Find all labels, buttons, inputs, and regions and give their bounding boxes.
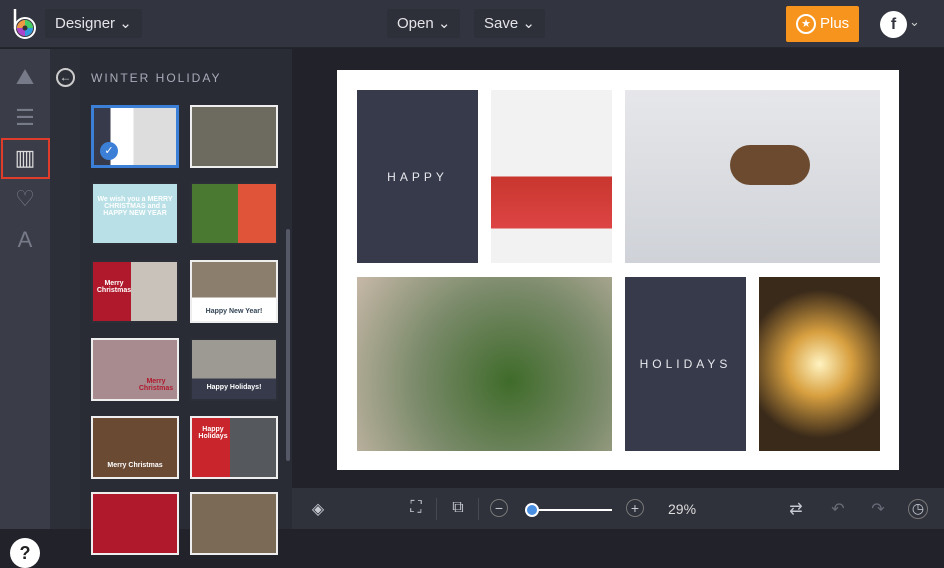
redo-icon[interactable]: ↷ (868, 499, 888, 519)
template-thumbnail[interactable] (91, 492, 179, 555)
tool-rail: ⛰ ☰ ▥ ♡ A ? (0, 49, 50, 568)
check-icon: ✓ (100, 142, 118, 160)
actual-size-icon[interactable]: ⧉ (448, 499, 468, 517)
help-button[interactable]: ? (10, 538, 40, 568)
designer-label: Designer (55, 15, 116, 32)
zoom-slider[interactable] (532, 509, 612, 511)
zoom-in-button[interactable]: + (626, 499, 644, 517)
open-button[interactable]: Open ⌄ (387, 9, 461, 38)
happy-text-tile[interactable]: HAPPY (357, 90, 478, 263)
back-arrow-icon[interactable]: ← (56, 68, 75, 87)
thumbnail-caption: Happy Holidays! (206, 384, 262, 391)
befunky-logo[interactable] (11, 7, 37, 39)
image-icon[interactable]: ⛰ (11, 63, 39, 91)
holly-photo-tile[interactable] (357, 277, 612, 451)
save-button[interactable]: Save ⌄ (474, 9, 545, 38)
swap-icon[interactable]: ⇄ (786, 499, 806, 519)
bottom-toolbar: ◈ ⛶ ⧉ − + 29% ⇄ ↶ ↷ ◷ (292, 488, 944, 529)
open-label: Open (397, 15, 434, 32)
designer-menu[interactable]: Designer ⌄ (45, 9, 142, 38)
template-thumbnail[interactable] (190, 492, 278, 555)
thumbnail-caption: Happy Holidays (198, 426, 228, 440)
template-thumbnail[interactable] (190, 182, 278, 245)
history-icon[interactable]: ◷ (908, 499, 928, 519)
save-label: Save (484, 15, 519, 32)
collage-layout-icon[interactable]: ▥ (11, 144, 39, 172)
template-thumbnail[interactable]: Happy Holidays (190, 416, 278, 479)
template-thumbnail[interactable]: Happy New Year! (190, 260, 278, 323)
thumbnail-caption: Merry Christmas (138, 378, 174, 392)
top-bar: Designer ⌄ Open ⌄ Save ⌄ ★ Plus f ⌄ (0, 0, 944, 48)
thumbnail-caption: Happy New Year! (205, 308, 263, 315)
chevron-down-icon: ⌄ (522, 15, 535, 32)
sliders-icon[interactable]: ☰ (11, 104, 39, 132)
plus-button[interactable]: ★ Plus (786, 6, 859, 42)
template-thumbnail[interactable]: We wish you a MERRY CHRISTMAS and a HAPP… (91, 182, 179, 245)
template-thumbnail[interactable] (190, 105, 278, 168)
collage-canvas: HAPPY HOLIDAYS (337, 70, 899, 470)
holidays-text-tile[interactable]: HOLIDAYS (625, 277, 746, 451)
thumbnail-caption: Merry Christmas (96, 280, 132, 294)
happy-text: HAPPY (387, 169, 448, 184)
thumbnail-caption: We wish you a MERRY CHRISTMAS and a HAPP… (97, 196, 173, 217)
layers-icon[interactable]: ◈ (308, 499, 328, 519)
fit-to-screen-icon[interactable]: ⛶ (406, 499, 426, 517)
template-thumbnail[interactable]: Merry Christmas (91, 416, 179, 479)
divider (478, 498, 479, 520)
zoom-out-button[interactable]: − (490, 499, 508, 517)
template-thumbnail[interactable]: Merry Christmas (91, 338, 179, 401)
sparkler-photo-tile[interactable] (759, 277, 880, 451)
account-avatar[interactable]: f (880, 11, 907, 38)
template-thumbnail[interactable]: Merry Christmas (91, 260, 179, 323)
layout-panel: ← WINTER HOLIDAY ✓ We wish you a MERRY C… (50, 49, 292, 555)
divider (436, 498, 437, 520)
template-thumbnail[interactable]: ✓ (91, 105, 179, 168)
thumbnail-caption: Merry Christmas (107, 462, 163, 469)
plus-label: Plus (820, 15, 850, 32)
zoom-slider-handle[interactable] (525, 503, 539, 517)
heart-icon[interactable]: ♡ (11, 185, 39, 213)
chevron-down-icon: ⌄ (437, 15, 451, 32)
chevron-down-icon: ⌄ (119, 15, 132, 32)
holidays-text: HOLIDAYS (639, 357, 732, 371)
chevron-down-icon[interactable]: ⌄ (909, 14, 920, 30)
zoom-value: 29% (668, 501, 697, 517)
star-icon: ★ (796, 14, 816, 34)
dog-photo-tile[interactable] (491, 90, 612, 263)
text-icon[interactable]: A (11, 226, 39, 254)
undo-icon[interactable]: ↶ (828, 499, 848, 519)
panel-title: WINTER HOLIDAY (91, 71, 222, 85)
deer-photo-tile[interactable] (625, 90, 880, 263)
template-thumbnail[interactable]: Happy Holidays! (190, 338, 278, 401)
panel-scrollbar[interactable] (286, 229, 290, 461)
